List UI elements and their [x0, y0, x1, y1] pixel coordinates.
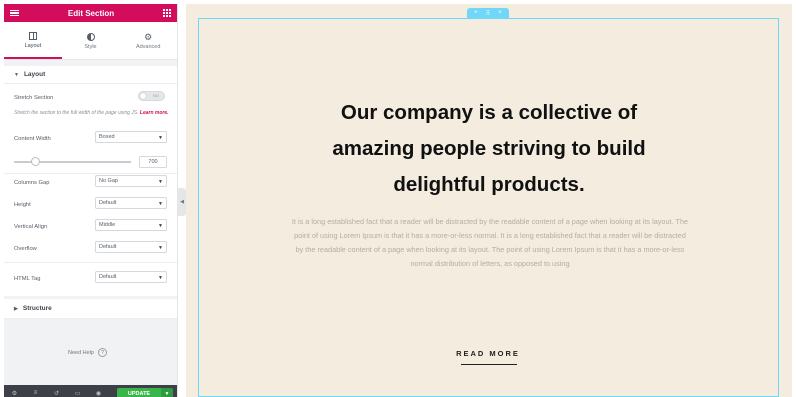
columns-gap-value: No Gap	[99, 178, 118, 184]
width-number-value: 700	[148, 159, 158, 165]
widgets-grid-icon[interactable]	[162, 9, 171, 17]
overflow-select[interactable]: Default ▼	[95, 241, 167, 253]
tab-style-label: Style	[84, 43, 97, 50]
vertical-align-select[interactable]: Middle ▼	[95, 219, 167, 231]
body-paragraph: It is a long established fact that a rea…	[291, 217, 689, 268]
panel-collapse-handle[interactable]: ◀	[178, 188, 186, 216]
menu-icon[interactable]	[10, 9, 19, 17]
need-help-label: Need Help	[68, 349, 94, 356]
content-width-select[interactable]: Boxed ▼	[95, 131, 167, 143]
caret-right-icon: ▶	[14, 305, 18, 312]
columns-gap-select[interactable]: No Gap ▼	[95, 175, 167, 187]
chevron-down-icon: ▼	[158, 179, 163, 185]
vertical-align-value: Middle	[99, 222, 116, 228]
layout-icon	[28, 31, 37, 40]
content-width-value: Boxed	[99, 134, 115, 140]
overflow-value: Default	[99, 244, 117, 250]
section-handle[interactable]: + ⠿ ×	[467, 8, 509, 18]
chevron-down-icon: ▼	[158, 245, 163, 251]
panel-header: Edit Section	[4, 4, 177, 22]
caret-down-icon: ▼	[14, 71, 19, 78]
drag-section-icon[interactable]: ⠿	[486, 10, 490, 17]
preview-eye-icon[interactable]: ◉	[88, 390, 109, 397]
structure-section-toggle[interactable]: ▶ Structure	[4, 299, 177, 319]
history-icon[interactable]: ↺	[46, 390, 67, 397]
tab-style[interactable]: Style	[62, 22, 120, 59]
selected-section-outline[interactable]	[198, 18, 779, 397]
help-icon: ?	[98, 348, 107, 357]
preview-canvas: + ⠿ × Our company is a collective of ama…	[186, 4, 792, 397]
width-number-input[interactable]: 700	[139, 156, 167, 168]
chevron-down-icon: ▼	[158, 223, 163, 229]
tab-advanced[interactable]: ⚙ Advanced	[119, 22, 177, 59]
height-select[interactable]: Default ▼	[95, 197, 167, 209]
stretch-description: Stretch the section to the full width of…	[14, 110, 169, 117]
structure-section-title: Structure	[22, 305, 52, 312]
stretch-section-toggle[interactable]: NO	[138, 91, 165, 101]
layout-section-toggle[interactable]: ▼ Layout	[4, 66, 177, 84]
height-value: Default	[99, 200, 117, 206]
need-help-link[interactable]: Need Help ?	[68, 348, 107, 357]
width-slider-handle[interactable]	[31, 157, 40, 166]
update-options-button[interactable]: ▼	[161, 388, 173, 397]
page-headline: Our company is a collective of amazing p…	[332, 101, 646, 196]
panel-footer: ⚙ ≡ ↺ ▭ ◉ UPDATE ▼	[4, 385, 177, 397]
gear-icon: ⚙	[144, 31, 153, 42]
html-tag-label: HTML Tag	[14, 276, 41, 282]
chevron-down-icon: ▼	[158, 275, 163, 281]
divider	[4, 262, 177, 263]
columns-gap-label: Columns Gap	[14, 180, 50, 186]
tab-layout-label: Layout	[24, 42, 42, 49]
chevron-down-icon: ▼	[158, 201, 163, 207]
vertical-align-label: Vertical Align	[14, 224, 48, 230]
chevron-down-icon: ▼	[158, 135, 163, 141]
layout-section-title: Layout	[23, 71, 46, 78]
navigator-icon[interactable]: ≡	[25, 390, 46, 396]
panel-tabs: Layout Style ⚙ Advanced	[4, 22, 177, 60]
toggle-state: NO	[153, 93, 159, 98]
divider	[4, 173, 177, 174]
tab-advanced-label: Advanced	[135, 43, 161, 50]
settings-icon[interactable]: ⚙	[4, 390, 25, 397]
style-icon	[86, 32, 95, 41]
delete-section-icon[interactable]: ×	[498, 10, 502, 16]
add-section-icon[interactable]: +	[474, 10, 478, 16]
height-label: Height	[14, 202, 31, 208]
content-width-label: Content Width	[14, 136, 51, 142]
stretch-description-text: Stretch the section to the full width of…	[14, 110, 139, 116]
html-tag-select[interactable]: Default ▼	[95, 271, 167, 283]
panel-title: Edit Section	[67, 8, 115, 18]
update-button[interactable]: UPDATE	[117, 388, 161, 397]
learn-more-link[interactable]: Learn more.	[140, 110, 169, 116]
responsive-icon[interactable]: ▭	[67, 390, 88, 397]
toggle-knob	[140, 93, 146, 99]
read-more-underline	[461, 364, 517, 365]
html-tag-value: Default	[99, 274, 117, 280]
stretch-section-label: Stretch Section	[14, 95, 54, 101]
editor-panel: Edit Section Layout Style ⚙ Advanced ▼ L…	[4, 4, 178, 397]
read-more-link[interactable]: READ MORE	[445, 349, 531, 358]
tab-layout[interactable]: Layout	[4, 22, 62, 59]
overflow-label: Overflow	[14, 246, 37, 252]
